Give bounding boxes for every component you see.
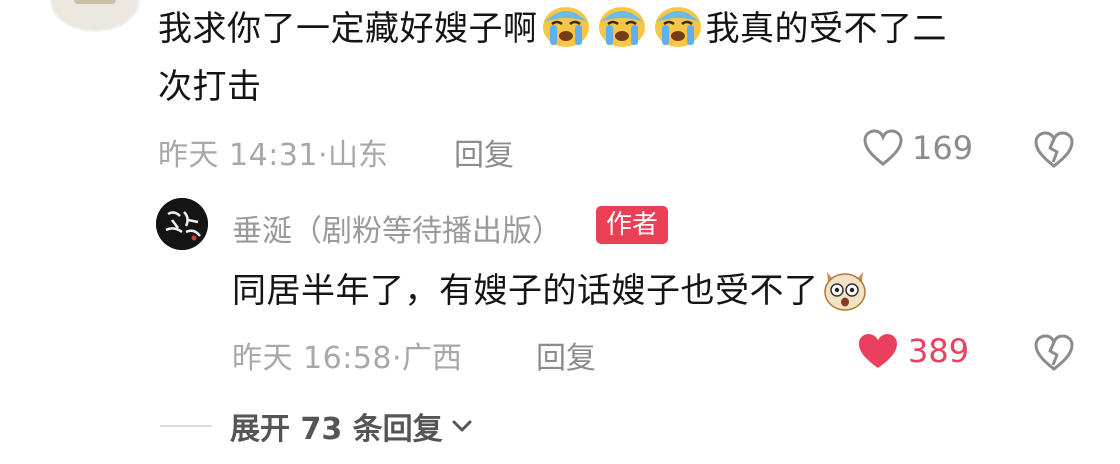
shocked-dog-emoji-icon: [823, 272, 866, 311]
reply-like-count: 389: [908, 332, 970, 370]
expand-count: 73: [300, 412, 343, 447]
reply-comment-body: 同居半年了，有嫂子的话嫂子也受不了: [232, 271, 819, 311]
main-comment-text-part1: 我求你了一定藏好嫂子啊: [158, 9, 538, 49]
main-comment-reply-button[interactable]: 回复: [454, 130, 514, 174]
broken-heart-icon[interactable]: [1032, 333, 1076, 373]
reply-author-avatar[interactable]: [156, 198, 208, 250]
expand-divider-line: [160, 425, 212, 427]
main-comment-time: 昨天 14:31·: [158, 138, 329, 173]
crying-emoji-icon: [598, 7, 645, 47]
reply-meta: 昨天 16:58·广西: [232, 333, 462, 377]
heart-outline-icon: [863, 129, 903, 166]
reply-location: 广西: [402, 341, 463, 376]
main-comment-text: 我求你了一定藏好嫂子啊 我真的受不了二次打击: [158, 0, 1058, 116]
expand-prefix: 展开: [230, 412, 301, 447]
main-comment-text-part2: 我真的受不了二: [705, 9, 947, 49]
crying-emoji-icon: [542, 7, 589, 47]
crying-emoji-icon: [654, 7, 701, 47]
main-comment-like-button[interactable]: 169: [862, 128, 973, 168]
reply-reply-button[interactable]: 回复: [536, 333, 596, 377]
reply-like-button[interactable]: 389: [856, 331, 969, 371]
avatar-image: [74, 0, 116, 4]
author-badge: 作者: [596, 206, 669, 244]
chevron-down-icon: [452, 420, 472, 432]
commenter-avatar[interactable]: [50, 0, 140, 32]
main-comment-like-count: 169: [912, 129, 974, 167]
main-comment-meta: 昨天 14:31·山东: [158, 130, 388, 174]
broken-heart-icon[interactable]: [1032, 130, 1076, 170]
reply-comment-text: 同居半年了，有嫂子的话嫂子也受不了: [232, 262, 1052, 320]
main-comment-location: 山东: [328, 138, 389, 173]
main-comment-text-line2: 次打击: [158, 67, 262, 107]
reply-author-name[interactable]: 垂涎（剧粉等待播出版）: [232, 206, 562, 250]
heart-filled-icon: [859, 334, 897, 368]
expand-replies-button[interactable]: 展开 73 条回复: [160, 404, 473, 448]
expand-suffix: 条回复: [342, 412, 443, 447]
calligraphy-avatar-image: [156, 198, 208, 250]
reply-time: 昨天 16:58·: [232, 341, 403, 376]
expand-replies-label: 展开 73 条回复: [230, 404, 443, 448]
